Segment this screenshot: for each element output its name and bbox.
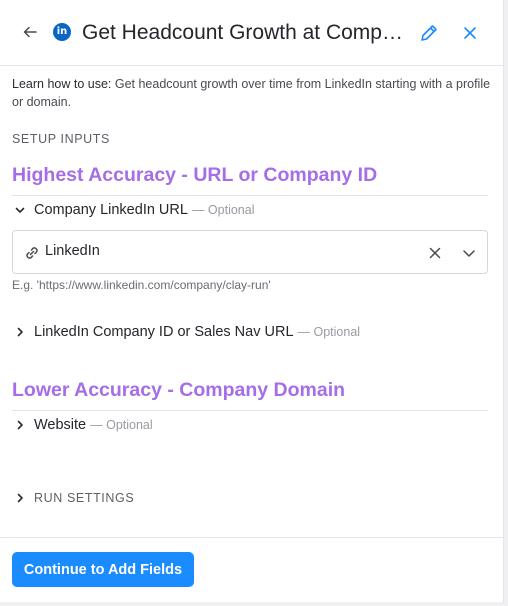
enrichment-panel: in Get Headcount Growth at Company Linke…: [0, 0, 504, 602]
arrow-left-icon: [23, 26, 37, 38]
close-button[interactable]: [459, 22, 481, 44]
field-example-hint: E.g. 'https://www.linkedin.com/company/c…: [12, 278, 271, 292]
panel-header: in Get Headcount Growth at Company Linke…: [0, 0, 504, 66]
optional-tag: — Optional: [90, 418, 153, 432]
usage-description-prefix: Learn how to use:: [12, 77, 112, 91]
optional-tag: — Optional: [297, 325, 361, 339]
page-title: Get Headcount Growth at Company LinkedIn: [82, 21, 408, 44]
divider: [12, 410, 488, 411]
optional-tag: — Optional: [191, 203, 255, 217]
group-heading-highest-accuracy: Highest Accuracy - URL or Company ID: [12, 164, 378, 186]
chevron-down-icon: [12, 202, 28, 218]
pencil-icon: [421, 25, 437, 41]
close-icon: [464, 27, 476, 39]
divider: [12, 195, 488, 196]
linkedin-logo-text: in: [56, 26, 68, 37]
group-heading-lower-accuracy: Lower Accuracy - Company Domain: [12, 379, 346, 401]
usage-description: Learn how to use: Get headcount growth o…: [12, 75, 492, 111]
chevron-right-icon: [12, 417, 28, 433]
dropdown-toggle-button[interactable]: [459, 243, 479, 263]
select-value: LinkedIn: [45, 243, 100, 259]
panel-footer: Continue to Add Fields: [0, 537, 504, 603]
company-linkedin-url-select[interactable]: LinkedIn: [12, 230, 488, 274]
field-toggle-company-linkedin-url[interactable]: Company LinkedIn URL — Optional: [12, 199, 254, 221]
link-icon: [26, 247, 38, 259]
linkedin-logo-icon: in: [53, 23, 71, 41]
back-button[interactable]: [20, 22, 40, 42]
continue-to-add-fields-button[interactable]: Continue to Add Fields: [12, 552, 194, 587]
clear-selection-button[interactable]: [425, 243, 445, 263]
edit-button[interactable]: [418, 22, 440, 44]
chevron-down-icon: [463, 250, 475, 257]
run-settings-label: RUN SETTINGS: [34, 491, 135, 505]
field-toggle-website[interactable]: Website — Optional: [12, 414, 153, 436]
field-label: LinkedIn Company ID or Sales Nav URL: [34, 324, 294, 340]
field-toggle-linkedin-company-id[interactable]: LinkedIn Company ID or Sales Nav URL — O…: [12, 321, 360, 343]
setup-inputs-label: SETUP INPUTS: [12, 132, 110, 146]
chevron-right-icon: [12, 490, 28, 506]
run-settings-toggle[interactable]: RUN SETTINGS: [12, 488, 134, 508]
field-label: Website: [34, 417, 87, 433]
close-icon: [429, 247, 441, 259]
field-label: Company LinkedIn URL: [34, 202, 188, 218]
chevron-right-icon: [12, 324, 28, 340]
